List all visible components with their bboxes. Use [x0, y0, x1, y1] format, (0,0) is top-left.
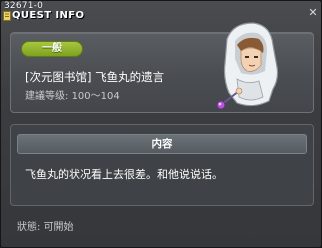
content-header: 内容 [17, 134, 307, 154]
quest-category-badge: 一般 [21, 41, 83, 57]
quest-title: [次元图书馆] 飞鱼丸的遗言 [25, 70, 165, 84]
level-label: 建議等级: [25, 91, 69, 102]
quest-status: 狀態: 可開始 [17, 221, 74, 234]
close-button[interactable]: ✕ [307, 7, 319, 19]
level-range: 100～104 [71, 91, 120, 102]
window-title: QUEST INFO [12, 10, 85, 21]
recommended-level: 建議等级: 100～104 [25, 90, 120, 103]
close-icon: ✕ [308, 6, 318, 19]
content-text: 飞鱼丸的状况看上去很差。和他说说话。 [25, 168, 223, 181]
quest-info-window: 32671-0 QUEST INFO ✕ 一般 [次元图书馆] 飞鱼丸的遗言 建… [0, 0, 322, 248]
npc-portrait [216, 22, 279, 110]
quest-book-icon [3, 11, 11, 21]
content-panel: 内容 飞鱼丸的状况看上去很差。和他说说话。 [10, 124, 314, 206]
status-label: 狀態: [17, 222, 41, 233]
status-value: 可開始 [43, 222, 74, 233]
